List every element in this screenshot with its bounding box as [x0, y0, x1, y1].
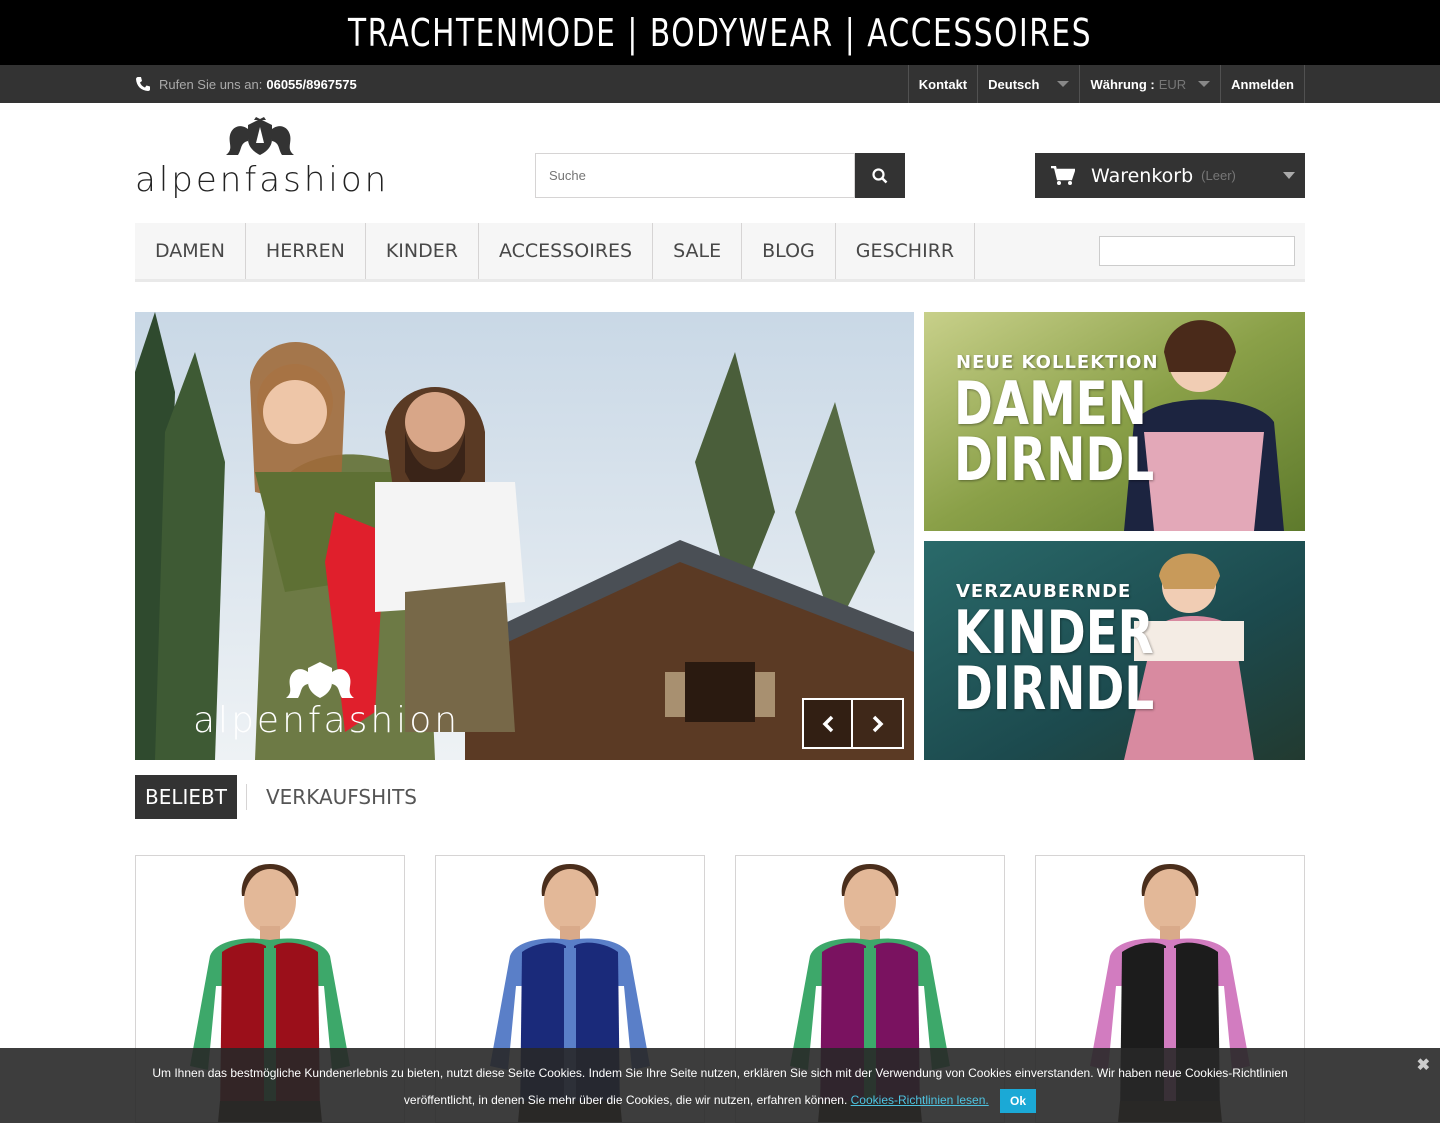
hero-slider[interactable]: alpenfashion [135, 312, 914, 760]
search-button[interactable] [855, 153, 905, 198]
hero-image [135, 312, 914, 760]
cart-button[interactable]: Warenkorb (Leer) [1035, 153, 1305, 198]
slider-crest-icon [286, 662, 354, 698]
cookie-text-line2: veröffentlicht, in denen Sie mehr über d… [0, 1087, 1440, 1114]
top-banner: TRACHTENMODE | BODYWEAR | ACCESSOIRES [0, 0, 1440, 65]
slider-logo-text: alpenfashion [193, 700, 461, 741]
currency-value: EUR [1158, 76, 1187, 92]
cookie-text-line2-text: veröffentlicht, in denen Sie mehr über d… [403, 1093, 848, 1107]
cart-icon [1051, 165, 1075, 185]
promo-line1: KINDER [954, 598, 1154, 668]
login-label: Anmelden [1231, 76, 1294, 92]
site-logo[interactable]: alpenfashion [135, 117, 387, 197]
cookie-banner: Um Ihnen das bestmögliche Kundenerlebnis… [0, 1048, 1440, 1123]
menu-item-blog[interactable]: BLOG [742, 223, 836, 279]
crest-icon [226, 117, 294, 155]
menu-search-input[interactable] [1099, 236, 1295, 266]
slider-arrows [802, 698, 904, 749]
cookie-text-line1: Um Ihnen das bestmögliche Kundenerlebnis… [152, 1066, 1288, 1080]
cookie-ok-button[interactable]: Ok [1000, 1088, 1037, 1113]
tab-verkaufshits[interactable]: VERKAUFSHITS [256, 775, 427, 819]
cookie-policy-link[interactable]: Cookies-Richtlinien lesen. [851, 1093, 989, 1107]
search-input[interactable] [535, 153, 855, 198]
main-menu: DAMEN HERREN KINDER ACCESSOIRES SALE BLO… [135, 223, 1305, 282]
menu-item-geschirr[interactable]: GESCHIRR [836, 223, 976, 279]
menu-item-accessoires[interactable]: ACCESSOIRES [479, 223, 654, 279]
promo-line2: DIRNDL [954, 425, 1155, 495]
chevron-down-icon [1198, 81, 1211, 87]
promo-line1: DAMEN [954, 369, 1147, 439]
top-links: Kontakt Deutsch Währung : EUR Anmelden [907, 65, 1305, 103]
language-label: Deutsch [988, 76, 1040, 92]
top-navbar: Rufen Sie uns an: 06055/8967575 Kontakt … [0, 65, 1440, 103]
chevron-right-icon [872, 715, 883, 732]
cart-status: (Leer) [1201, 168, 1236, 183]
contact-link[interactable]: Kontakt [907, 65, 977, 103]
language-selector[interactable]: Deutsch [977, 65, 1079, 103]
product-tabs: BELIEBT VERKAUFSHITS [135, 775, 427, 819]
phone-info: Rufen Sie uns an: 06055/8967575 [135, 65, 357, 103]
currency-selector[interactable]: Währung : EUR [1079, 65, 1220, 103]
logo-text: alpenfashion [135, 160, 390, 200]
tab-beliebt[interactable]: BELIEBT [135, 775, 237, 819]
chevron-left-icon [822, 715, 833, 732]
slider-prev-button[interactable] [802, 698, 853, 749]
close-icon[interactable]: ✖ [1417, 1052, 1430, 1079]
menu-item-kinder[interactable]: KINDER [366, 223, 479, 279]
menu-item-sale[interactable]: SALE [653, 223, 743, 279]
contact-label: Kontakt [918, 76, 968, 92]
phone-number[interactable]: 06055/8967575 [266, 77, 356, 92]
phone-prefix: Rufen Sie uns an: [159, 76, 263, 92]
menu-item-herren[interactable]: HERREN [246, 223, 366, 279]
promo-line2: DIRNDL [954, 654, 1155, 724]
search-bar [535, 153, 905, 198]
cart-label: Warenkorb [1091, 164, 1194, 187]
menu-item-damen[interactable]: DAMEN [135, 223, 246, 279]
phone-icon [136, 77, 150, 91]
search-icon [872, 167, 888, 183]
header: alpenfashion Warenkorb (Leer) [0, 103, 1440, 223]
tab-divider [245, 784, 247, 810]
chevron-down-icon [1057, 81, 1070, 87]
chevron-down-icon [1283, 172, 1295, 179]
currency-label: Währung : [1090, 76, 1155, 92]
banner-text: TRACHTENMODE | BODYWEAR | ACCESSOIRES [347, 10, 1093, 55]
promo-damen-dirndl[interactable]: NEUE KOLLEKTION DAMEN DIRNDL [924, 312, 1305, 531]
promo-kinder-dirndl[interactable]: VERZAUBERNDE KINDER DIRNDL [924, 541, 1305, 760]
login-link[interactable]: Anmelden [1220, 65, 1305, 103]
slider-next-button[interactable] [853, 698, 904, 749]
